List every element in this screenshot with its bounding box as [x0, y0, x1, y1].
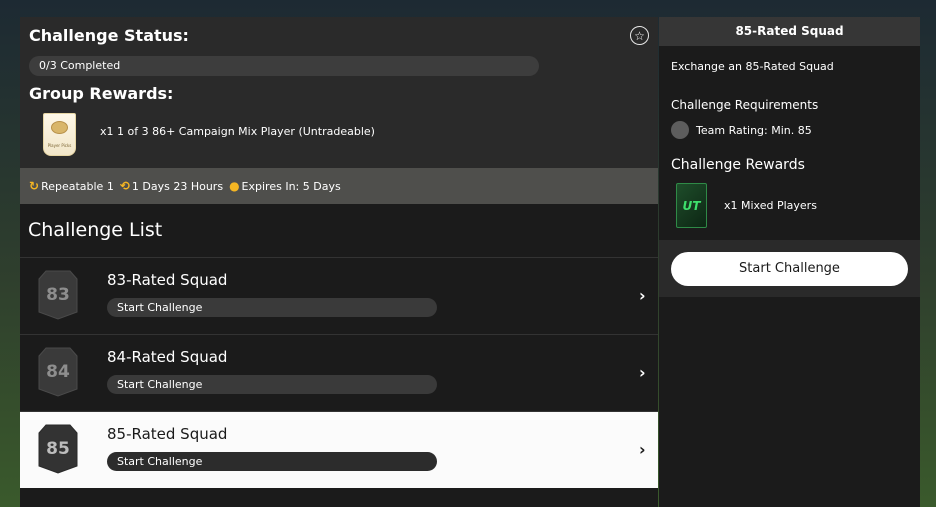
detail-description: Exchange an 85-Rated Squad: [671, 60, 834, 73]
chevron-right-icon[interactable]: ›: [639, 440, 646, 459]
requirements-title: Challenge Requirements: [671, 98, 819, 112]
repeat-icon: ↻: [29, 179, 40, 193]
duration-text: 1 Days 23 Hours: [131, 179, 224, 193]
chevron-right-icon[interactable]: ›: [639, 286, 646, 305]
start-challenge-button[interactable]: Start Challenge: [671, 252, 908, 286]
requirement-text: Team Rating: Min. 85: [696, 124, 812, 137]
start-challenge-pill[interactable]: Start Challenge: [107, 375, 437, 394]
rating-badge-icon: 85: [38, 424, 78, 474]
rating-badge-value: 85: [46, 439, 70, 459]
detail-header: 85-Rated Squad: [659, 17, 920, 46]
player-picks-pack-icon: Player Picks: [43, 113, 76, 156]
requirement-status-icon: [671, 121, 689, 139]
start-challenge-pill[interactable]: Start Challenge: [107, 298, 437, 317]
challenge-panel: Challenge Status: ☆ 0/3 Completed Group …: [20, 17, 658, 507]
rating-badge-value: 84: [46, 362, 70, 382]
expires-info: ● Expires In: 5 Days: [229, 179, 341, 193]
challenge-status-block: Challenge Status: ☆ 0/3 Completed Group …: [20, 17, 658, 168]
detail-action-area: Start Challenge: [659, 240, 920, 297]
group-reward-text: x1 1 of 3 86+ Campaign Mix Player (Untra…: [100, 125, 375, 138]
favorite-star-icon[interactable]: ☆: [630, 26, 649, 45]
reward-text: x1 Mixed Players: [724, 199, 817, 212]
duration-info: ⟲ 1 Days 23 Hours: [120, 179, 223, 193]
expires-text: Expires In: 5 Days: [241, 179, 341, 193]
stopwatch-icon: ●: [229, 179, 240, 193]
repeatable-info: ↻ Repeatable 1: [29, 179, 114, 193]
challenge-row-83[interactable]: 83 83-Rated Squad Start Challenge ›: [20, 257, 658, 334]
pack-label: Player Picks: [47, 143, 72, 148]
rewards-title: Challenge Rewards: [671, 157, 805, 173]
pack-seal-icon: [51, 121, 68, 134]
challenge-row-84[interactable]: 84 84-Rated Squad Start Challenge ›: [20, 334, 658, 411]
mixed-players-pack-icon: UT: [676, 183, 707, 228]
rating-badge-icon: 84: [38, 347, 78, 397]
row-title: 83-Rated Squad: [107, 271, 228, 289]
progress-text: 0/3 Completed: [39, 59, 121, 72]
chevron-right-icon[interactable]: ›: [639, 363, 646, 382]
challenge-list-title: Challenge List: [28, 219, 163, 241]
challenge-info-bar: ↻ Repeatable 1 ⟲ 1 Days 23 Hours ● Expir…: [20, 168, 658, 204]
challenge-status-title: Challenge Status:: [29, 26, 189, 45]
rating-badge-value: 83: [46, 285, 70, 305]
row-title: 85-Rated Squad: [107, 425, 228, 443]
progress-bar: 0/3 Completed: [29, 56, 539, 76]
group-rewards-title: Group Rewards:: [29, 84, 174, 103]
timer-icon: ⟲: [119, 179, 130, 193]
repeatable-text: Repeatable 1: [41, 179, 114, 193]
rating-badge-icon: 83: [38, 270, 78, 320]
row-title: 84-Rated Squad: [107, 348, 228, 366]
challenge-detail-panel: 85-Rated Squad Exchange an 85-Rated Squa…: [659, 17, 920, 507]
challenge-row-85[interactable]: 85 85-Rated Squad Start Challenge ›: [20, 411, 658, 488]
pack-logo: UT: [682, 198, 701, 213]
start-challenge-pill[interactable]: Start Challenge: [107, 452, 437, 471]
